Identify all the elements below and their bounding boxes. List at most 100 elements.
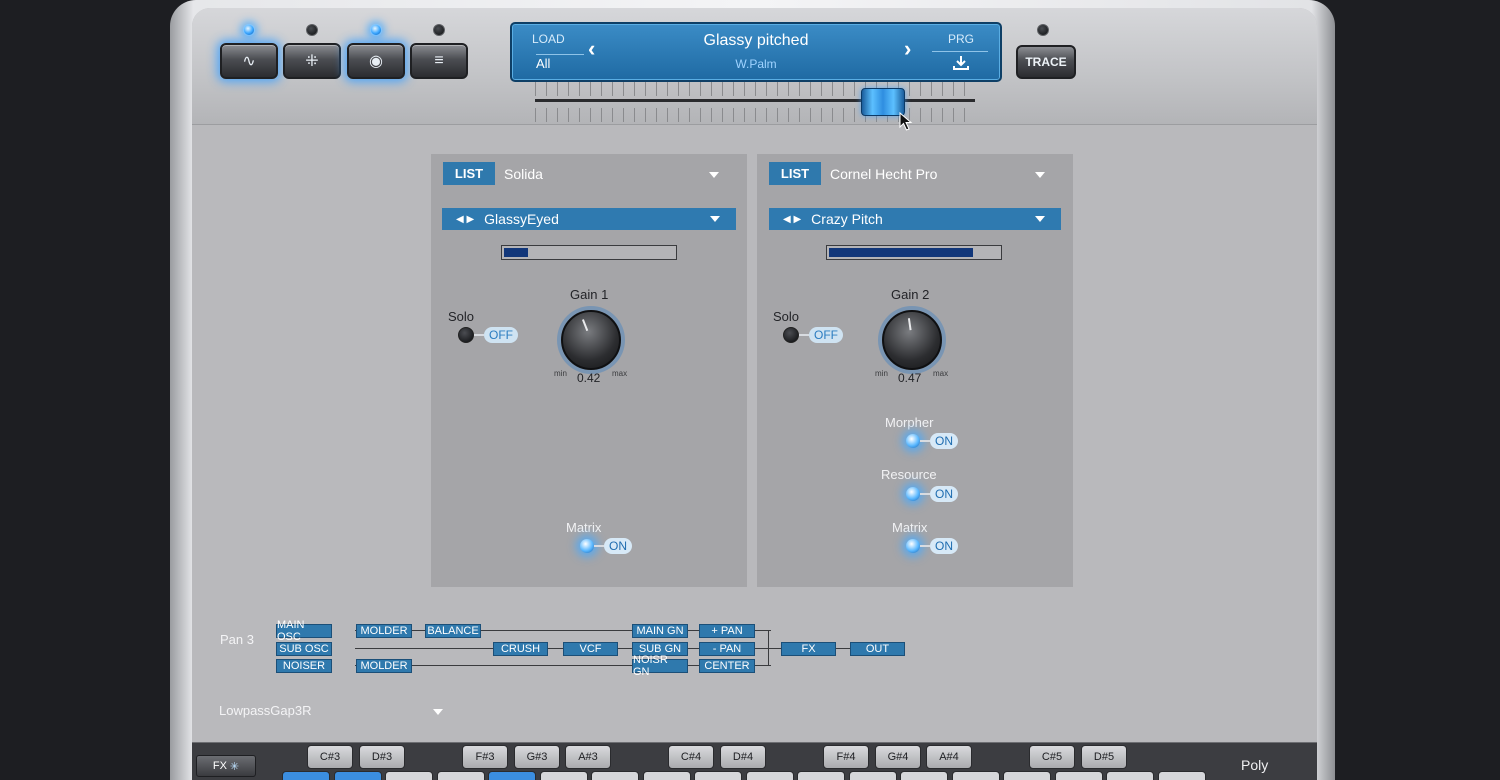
trace-button[interactable]: TRACE bbox=[1016, 45, 1076, 79]
list-button[interactable]: LIST bbox=[769, 162, 821, 185]
gain-knob[interactable] bbox=[561, 310, 621, 370]
next-preset-icon[interactable]: › bbox=[904, 36, 911, 62]
font-name[interactable]: Cornel Hecht Pro bbox=[830, 166, 937, 182]
sub-preset-caret-icon[interactable] bbox=[710, 216, 720, 222]
white-key[interactable] bbox=[436, 771, 485, 780]
filter-type-select[interactable]: LowpassGap3R bbox=[219, 703, 312, 718]
white-key[interactable] bbox=[642, 771, 691, 780]
solo-toggle[interactable]: OFF bbox=[458, 326, 518, 344]
node-vcf[interactable]: VCF bbox=[563, 642, 618, 656]
solo-toggle[interactable]: OFF bbox=[783, 326, 843, 344]
white-key[interactable] bbox=[1157, 771, 1206, 780]
white-key[interactable] bbox=[694, 771, 742, 780]
voice-mode-label[interactable]: Poly bbox=[1241, 757, 1268, 773]
prev-preset-icon[interactable]: ‹ bbox=[588, 36, 595, 62]
trace-led bbox=[1037, 24, 1049, 36]
node-molder-1[interactable]: MOLDER bbox=[356, 624, 412, 638]
black-key[interactable]: A#3 bbox=[565, 745, 611, 769]
toggle-connector bbox=[594, 545, 604, 547]
white-key[interactable] bbox=[848, 771, 897, 780]
gain-label: Gain 1 bbox=[570, 287, 609, 302]
preset-name[interactable]: Glassy pitched bbox=[652, 32, 860, 50]
node-main-osc[interactable]: MAIN OSC bbox=[276, 619, 332, 643]
node-main-gn[interactable]: MAIN GN bbox=[632, 624, 688, 638]
white-key[interactable] bbox=[797, 771, 845, 780]
black-key[interactable]: G#4 bbox=[875, 745, 921, 769]
mode-button[interactable]: ◉ bbox=[347, 43, 405, 79]
toggle-connector bbox=[920, 493, 930, 495]
mode-button[interactable]: ⁜ bbox=[283, 43, 341, 79]
black-key[interactable]: D#4 bbox=[720, 745, 766, 769]
white-key[interactable] bbox=[745, 771, 794, 780]
font-dropdown-caret-icon[interactable] bbox=[709, 172, 719, 178]
font-name[interactable]: Solida bbox=[504, 166, 543, 182]
mode-led bbox=[433, 24, 445, 36]
node-sub-osc[interactable]: SUB OSC bbox=[276, 642, 332, 656]
circle-target-icon: ◉ bbox=[369, 53, 383, 70]
level-meter bbox=[826, 245, 1002, 260]
white-key[interactable] bbox=[900, 771, 948, 780]
white-key[interactable] bbox=[951, 771, 1000, 780]
sub-preset-caret-icon[interactable] bbox=[1035, 216, 1045, 222]
mode-button[interactable]: ≡ bbox=[410, 43, 468, 79]
resource-label: Resource bbox=[881, 467, 937, 482]
matrix-label: Matrix bbox=[566, 520, 602, 535]
gain-knob[interactable] bbox=[882, 310, 942, 370]
black-key[interactable]: C#3 bbox=[307, 745, 353, 769]
font-dropdown-caret-icon[interactable] bbox=[1035, 172, 1045, 178]
fx-button[interactable]: FX ✳ bbox=[196, 755, 256, 777]
white-key[interactable] bbox=[385, 771, 433, 780]
node-fx[interactable]: FX bbox=[781, 642, 836, 656]
pan-mode-label[interactable]: Pan 3 bbox=[220, 632, 254, 647]
list-button[interactable]: LIST bbox=[443, 162, 495, 185]
prev-next-arrows-icon[interactable]: ◀ ▶ bbox=[456, 214, 474, 225]
solo-label: Solo bbox=[773, 309, 800, 324]
node-molder-2[interactable]: MOLDER bbox=[356, 659, 412, 673]
node-out[interactable]: OUT bbox=[850, 642, 905, 656]
matrix-led-icon bbox=[580, 539, 594, 553]
solo-led-icon bbox=[458, 327, 474, 343]
node-noiser[interactable]: NOISER bbox=[276, 659, 332, 673]
mode-button[interactable]: ∿ bbox=[220, 43, 278, 79]
morpher-toggle[interactable]: ON bbox=[906, 432, 958, 450]
node-balance[interactable]: BALANCE bbox=[425, 624, 481, 638]
node-center[interactable]: CENTER bbox=[699, 659, 755, 673]
node-minus-pan[interactable]: - PAN bbox=[699, 642, 755, 656]
black-key[interactable]: F#4 bbox=[823, 745, 869, 769]
white-key[interactable] bbox=[333, 771, 382, 780]
preset-author: W.Palm bbox=[735, 57, 777, 71]
white-key[interactable] bbox=[488, 771, 536, 780]
black-key[interactable]: D#3 bbox=[359, 745, 405, 769]
matrix-state: ON bbox=[604, 538, 632, 554]
white-key[interactable] bbox=[282, 771, 330, 780]
sub-preset-selector[interactable]: ◀ ▶ GlassyEyed bbox=[442, 208, 736, 230]
download-icon[interactable] bbox=[952, 55, 970, 71]
matrix-toggle[interactable]: ON bbox=[580, 537, 632, 555]
node-plus-pan[interactable]: + PAN bbox=[699, 624, 755, 638]
sub-preset-selector[interactable]: ◀ ▶ Crazy Pitch bbox=[769, 208, 1061, 230]
prg-divider bbox=[932, 51, 988, 52]
black-key[interactable]: D#5 bbox=[1081, 745, 1127, 769]
morpher-state: ON bbox=[930, 433, 958, 449]
white-key[interactable] bbox=[1003, 771, 1051, 780]
morph-slider-track[interactable] bbox=[535, 99, 975, 102]
black-key[interactable]: C#5 bbox=[1029, 745, 1075, 769]
white-key[interactable] bbox=[1106, 771, 1154, 780]
white-key[interactable] bbox=[539, 771, 588, 780]
white-key[interactable] bbox=[591, 771, 639, 780]
node-noisr-gn[interactable]: NOISR GN bbox=[632, 654, 688, 678]
filter-dropdown-caret-icon[interactable] bbox=[433, 709, 443, 715]
black-key[interactable]: C#4 bbox=[668, 745, 714, 769]
mode-led bbox=[243, 24, 255, 36]
node-crush[interactable]: CRUSH bbox=[493, 642, 548, 656]
matrix-state: ON bbox=[930, 538, 958, 554]
load-filter-select[interactable]: All bbox=[536, 56, 550, 71]
resource-toggle[interactable]: ON bbox=[906, 485, 958, 503]
toggle-connector bbox=[799, 334, 809, 336]
prev-next-arrows-icon[interactable]: ◀ ▶ bbox=[783, 214, 801, 225]
matrix-toggle[interactable]: ON bbox=[906, 537, 958, 555]
black-key[interactable]: F#3 bbox=[462, 745, 508, 769]
black-key[interactable]: A#4 bbox=[926, 745, 972, 769]
white-key[interactable] bbox=[1054, 771, 1103, 780]
black-key[interactable]: G#3 bbox=[514, 745, 560, 769]
